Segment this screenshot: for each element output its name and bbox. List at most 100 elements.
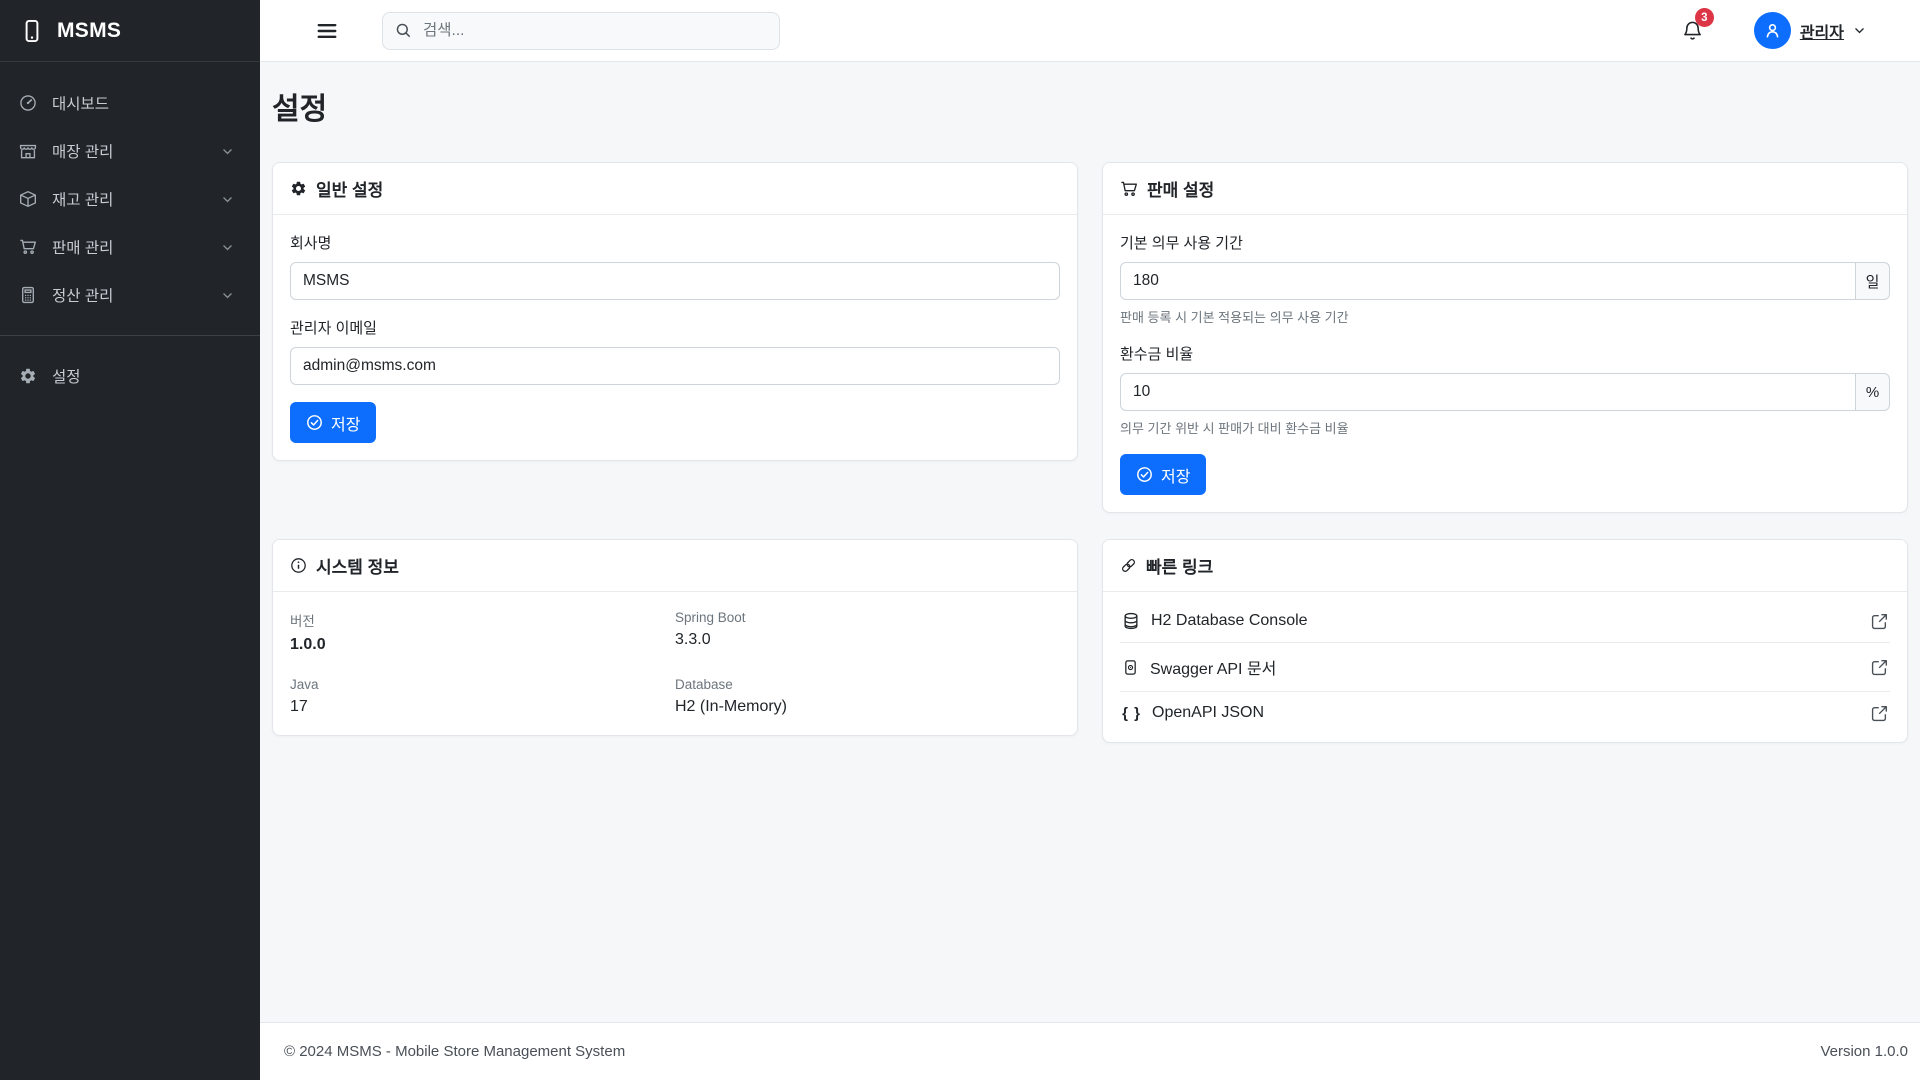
sales-settings-card: 판매 설정 기본 의무 사용 기간 일 판매 등록 시 기본 적용되는 의무 사…	[1102, 162, 1908, 513]
info-label: Java	[290, 677, 675, 692]
sidebar-item-dashboard[interactable]: 대시보드	[0, 79, 260, 127]
calculator-icon	[19, 286, 37, 304]
sidebar-item-settlement[interactable]: 정산 관리	[0, 271, 260, 319]
notification-badge: 3	[1695, 8, 1714, 27]
info-value: 1.0.0	[290, 636, 675, 654]
sidebar-item-label: 대시보드	[52, 92, 109, 114]
hamburger-icon	[316, 20, 338, 42]
link-label: H2 Database Console	[1151, 612, 1308, 630]
box-icon	[19, 190, 37, 208]
info-item-java: Java 17	[290, 677, 675, 716]
usage-period-input[interactable]	[1120, 262, 1856, 300]
api-doc-icon	[1122, 659, 1139, 676]
user-name: 관리자	[1800, 19, 1844, 43]
quick-links-card: 빠른 링크 H2 Database Console	[1102, 539, 1908, 743]
check-circle-icon	[306, 414, 323, 431]
phone-icon	[20, 19, 44, 43]
notifications-button[interactable]: 3	[1682, 20, 1703, 41]
card-title: 시스템 정보	[316, 553, 399, 578]
sidebar-nav: 대시보드 매장 관리 재고 관리	[0, 62, 260, 400]
system-info-card: 시스템 정보 버전 1.0.0 Spring Boot 3.3.0 Ja	[272, 539, 1078, 736]
main-content: 설정 일반 설정 회사명	[260, 62, 1920, 1022]
external-link-icon	[1871, 613, 1888, 630]
cart-icon	[1120, 180, 1138, 198]
general-settings-card: 일반 설정 회사명 관리자 이메일	[272, 162, 1078, 461]
company-name-input[interactable]	[290, 262, 1060, 300]
chevron-down-icon	[221, 145, 234, 158]
link-label: OpenAPI JSON	[1152, 704, 1264, 722]
info-value: H2 (In-Memory)	[675, 698, 1060, 716]
check-circle-icon	[1136, 466, 1153, 483]
card-title: 일반 설정	[316, 176, 383, 201]
admin-email-label: 관리자 이메일	[290, 317, 1060, 338]
link-h2-console[interactable]: H2 Database Console	[1120, 600, 1890, 643]
info-circle-icon	[290, 557, 307, 574]
usage-period-help: 판매 등록 시 기본 적용되는 의무 사용 기간	[1120, 307, 1890, 326]
footer-version: Version 1.0.0	[1820, 1043, 1908, 1060]
usage-period-group: 일	[1120, 262, 1890, 300]
avatar	[1754, 12, 1791, 49]
footer-copyright: © 2024 MSMS - Mobile Store Management Sy…	[284, 1043, 625, 1060]
usage-period-label: 기본 의무 사용 기간	[1120, 232, 1890, 253]
info-label: 버전	[290, 610, 675, 630]
chevron-down-icon	[221, 241, 234, 254]
user-dropdown[interactable]: 관리자	[1754, 12, 1866, 49]
link-icon	[1120, 557, 1137, 574]
sidebar-item-inventory[interactable]: 재고 관리	[0, 175, 260, 223]
chevron-down-icon	[221, 289, 234, 302]
info-label: Database	[675, 677, 1060, 692]
sidebar-item-sales[interactable]: 판매 관리	[0, 223, 260, 271]
search-box	[382, 12, 780, 50]
chevron-down-icon	[221, 193, 234, 206]
admin-email-input[interactable]	[290, 347, 1060, 385]
link-openapi-json[interactable]: { } OpenAPI JSON	[1120, 692, 1890, 734]
general-save-button[interactable]: 저장	[290, 402, 376, 443]
sales-save-button[interactable]: 저장	[1120, 454, 1206, 495]
info-value: 17	[290, 698, 675, 716]
topbar: 3 관리자	[260, 0, 1920, 62]
store-icon	[19, 142, 37, 160]
speedometer-icon	[19, 94, 37, 112]
chevron-down-icon	[1853, 24, 1866, 37]
footer: © 2024 MSMS - Mobile Store Management Sy…	[260, 1022, 1920, 1080]
refund-rate-label: 환수금 비율	[1120, 343, 1890, 364]
external-link-icon	[1871, 705, 1888, 722]
sidebar-toggle-button[interactable]	[316, 20, 338, 42]
info-item-database: Database H2 (In-Memory)	[675, 677, 1060, 716]
sidebar-item-stores[interactable]: 매장 관리	[0, 127, 260, 175]
system-info-header: 시스템 정보	[273, 540, 1077, 592]
sidebar: MSMS 대시보드 매장 관리	[0, 0, 260, 1080]
sidebar-item-settings[interactable]: 설정	[0, 352, 260, 400]
sales-settings-header: 판매 설정	[1103, 163, 1907, 215]
save-button-label: 저장	[1161, 463, 1190, 487]
save-button-label: 저장	[331, 411, 360, 435]
usage-period-unit: 일	[1856, 262, 1890, 300]
brand-name: MSMS	[57, 19, 121, 43]
search-icon	[395, 22, 412, 39]
refund-rate-input[interactable]	[1120, 373, 1856, 411]
link-swagger-docs[interactable]: Swagger API 문서	[1120, 643, 1890, 692]
refund-rate-unit: %	[1856, 373, 1890, 411]
braces-icon: { }	[1122, 705, 1141, 722]
general-settings-header: 일반 설정	[273, 163, 1077, 215]
gear-icon	[290, 180, 307, 197]
database-icon	[1122, 612, 1140, 630]
cart-icon	[19, 238, 37, 256]
refund-rate-help: 의무 기간 위반 시 판매가 대비 환수금 비율	[1120, 418, 1890, 437]
gear-icon	[19, 367, 37, 385]
search-input[interactable]	[423, 22, 767, 40]
sidebar-item-label: 설정	[52, 365, 81, 387]
sidebar-item-label: 재고 관리	[52, 188, 113, 210]
info-item-springboot: Spring Boot 3.3.0	[675, 610, 1060, 654]
external-link-icon	[1871, 659, 1888, 676]
info-label: Spring Boot	[675, 610, 1060, 625]
link-label: Swagger API 문서	[1150, 655, 1276, 679]
quick-links-header: 빠른 링크	[1103, 540, 1907, 592]
sidebar-divider	[0, 335, 260, 336]
company-name-label: 회사명	[290, 232, 1060, 253]
refund-rate-group: %	[1120, 373, 1890, 411]
card-title: 빠른 링크	[1146, 553, 1213, 578]
sidebar-item-label: 판매 관리	[52, 236, 113, 258]
page-title: 설정	[272, 84, 1908, 128]
brand-logo[interactable]: MSMS	[0, 0, 260, 62]
